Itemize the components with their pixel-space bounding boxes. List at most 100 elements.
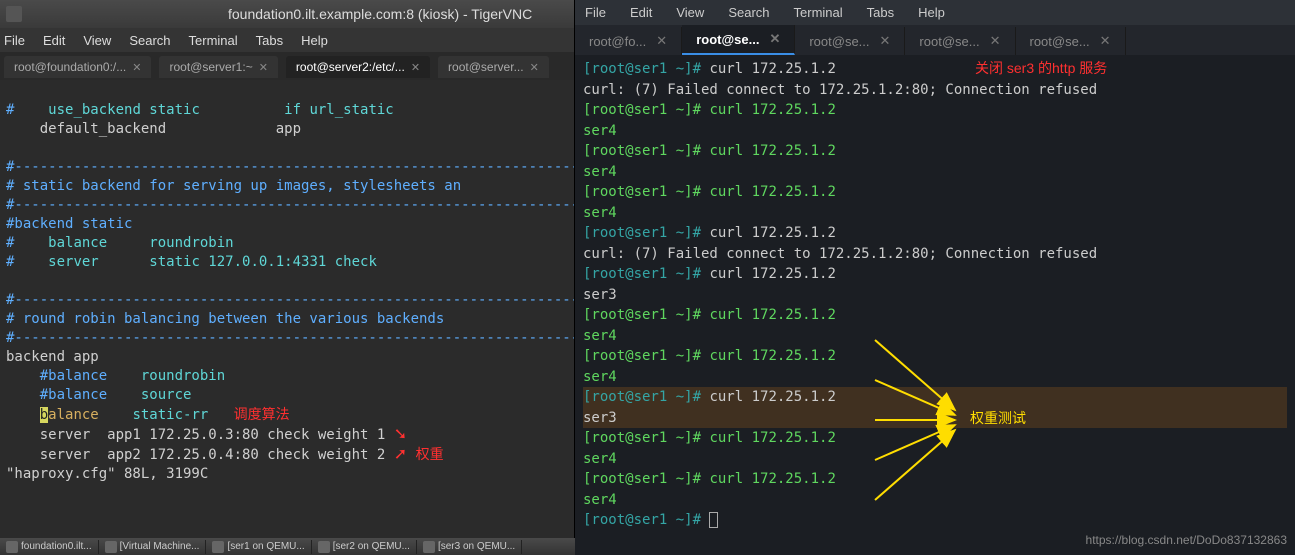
terminal-line: [root@ser1 ~]# curl 172.25.1.2 (583, 59, 1287, 80)
menu-help[interactable]: Help (301, 33, 328, 48)
left-tab-0[interactable]: root@foundation0:/...✕ (4, 56, 151, 78)
annotation-close-http: 关闭 ser3 的http 服务 (975, 58, 1107, 78)
taskbar-item[interactable]: [ser1 on QEMU... (206, 540, 311, 554)
code-line: # round robin balancing between the vari… (6, 311, 444, 327)
close-icon[interactable]: ✕ (880, 33, 891, 49)
taskbar-item[interactable]: [ser2 on QEMU... (312, 540, 417, 554)
code-line: #balance source (6, 387, 191, 403)
right-tab-1[interactable]: root@se...✕ (682, 25, 795, 55)
close-icon[interactable]: ✕ (656, 33, 667, 49)
terminal-line: [root@ser1 ~]# (583, 510, 1287, 531)
right-tab-3[interactable]: root@se...✕ (905, 27, 1015, 55)
terminal-line: [root@ser1 ~]# curl 172.25.1.2 (583, 428, 1287, 449)
annotation-weight-test: 权重测试 (970, 408, 1026, 428)
left-vnc-window: foundation0.ilt.example.com:8 (kiosk) - … (0, 0, 575, 555)
code-line: default_backend app (6, 121, 301, 137)
window-titlebar[interactable]: foundation0.ilt.example.com:8 (kiosk) - … (0, 0, 574, 28)
right-menubar: File Edit View Search Terminal Tabs Help (575, 0, 1295, 25)
close-icon[interactable]: ✕ (530, 61, 539, 74)
code-sep: #---------------------------------------… (6, 197, 574, 213)
terminal-line: ser4 (583, 162, 1287, 183)
terminal-line: [root@ser1 ~]# curl 172.25.1.2 (583, 346, 1287, 367)
app-icon (212, 541, 224, 553)
menu-edit[interactable]: Edit (630, 5, 652, 20)
vim-status: "haproxy.cfg" 88L, 3199C (6, 466, 208, 482)
menu-search[interactable]: Search (728, 5, 769, 20)
close-icon[interactable]: ✕ (769, 31, 780, 47)
menu-view[interactable]: View (676, 5, 704, 20)
terminal-line: [root@ser1 ~]# curl 172.25.1.2 (583, 264, 1287, 285)
right-tab-4[interactable]: root@se...✕ (1016, 27, 1126, 55)
menu-tabs[interactable]: Tabs (867, 5, 894, 20)
menu-view[interactable]: View (83, 33, 111, 48)
close-icon[interactable]: ✕ (411, 61, 420, 74)
window-app-icon (6, 6, 22, 22)
menu-help[interactable]: Help (918, 5, 945, 20)
right-terminal-body[interactable]: [root@ser1 ~]# curl 172.25.1.2curl: (7) … (575, 55, 1295, 555)
menu-edit[interactable]: Edit (43, 33, 65, 48)
terminal-line: [root@ser1 ~]# curl 172.25.1.2 (583, 387, 1287, 408)
code-sep: #---------------------------------------… (6, 292, 574, 308)
menu-search[interactable]: Search (129, 33, 170, 48)
window-title: foundation0.ilt.example.com:8 (kiosk) - … (228, 6, 532, 22)
annotation-scheduling: 调度算法 (234, 406, 290, 422)
app-icon (318, 541, 330, 553)
annotation-weight: 权重 (416, 446, 444, 462)
close-icon[interactable]: ✕ (1100, 33, 1111, 49)
left-menubar: File Edit View Search Terminal Tabs Help (0, 28, 574, 52)
desktop-taskbar: foundation0.ilt... [Virtual Machine... [… (0, 538, 575, 555)
code-line: server app1 172.25.0.3:80 check weight 1… (6, 427, 407, 443)
code-sep: #---------------------------------------… (6, 159, 574, 175)
right-tabbar: root@fo...✕ root@se...✕ root@se...✕ root… (575, 25, 1295, 55)
left-tab-2[interactable]: root@server2:/etc/...✕ (286, 56, 430, 78)
menu-file[interactable]: File (585, 5, 606, 20)
left-tabbar: root@foundation0:/...✕ root@server1:~✕ r… (0, 52, 574, 80)
terminal-line: [root@ser1 ~]# curl 172.25.1.2 (583, 100, 1287, 121)
terminal-line: [root@ser1 ~]# curl 172.25.1.2 (583, 305, 1287, 326)
code-sep: #---------------------------------------… (6, 330, 574, 346)
menu-terminal[interactable]: Terminal (794, 5, 843, 20)
right-tab-0[interactable]: root@fo...✕ (575, 27, 682, 55)
left-tab-1[interactable]: root@server1:~✕ (159, 56, 277, 78)
terminal-line: ser4 (583, 203, 1287, 224)
app-icon (105, 541, 117, 553)
close-icon[interactable]: ✕ (259, 61, 268, 74)
code-line: server app2 172.25.0.4:80 check weight 2… (6, 447, 444, 463)
terminal-line: ser3 (583, 408, 1287, 429)
terminal-line: curl: (7) Failed connect to 172.25.1.2:8… (583, 80, 1287, 101)
right-tab-2[interactable]: root@se...✕ (795, 27, 905, 55)
code-line: #balance roundrobin (6, 368, 225, 384)
terminal-line: [root@ser1 ~]# curl 172.25.1.2 (583, 182, 1287, 203)
cursor-char: b (40, 407, 48, 423)
terminal-line: ser3 (583, 285, 1287, 306)
right-terminal-window: File Edit View Search Terminal Tabs Help… (575, 0, 1295, 555)
arrow-icon: ➚ (394, 446, 407, 463)
code-line: balance static-rr 调度算法 (6, 407, 290, 423)
code-line: backend app (6, 349, 99, 365)
terminal-line: ser4 (583, 490, 1287, 511)
app-icon (6, 541, 18, 553)
cursor (709, 512, 718, 528)
taskbar-item[interactable]: [ser3 on QEMU... (417, 540, 522, 554)
arrow-icon: ➘ (394, 426, 407, 443)
terminal-line: [root@ser1 ~]# curl 172.25.1.2 (583, 469, 1287, 490)
terminal-line: curl: (7) Failed connect to 172.25.1.2:8… (583, 244, 1287, 265)
left-terminal-body[interactable]: # use_backend static if url_static defau… (0, 80, 574, 555)
taskbar-item[interactable]: [Virtual Machine... (99, 540, 207, 554)
menu-terminal[interactable]: Terminal (189, 33, 238, 48)
close-icon[interactable]: ✕ (990, 33, 1001, 49)
left-tab-3[interactable]: root@server...✕ (438, 56, 549, 78)
code-line: # static backend for serving up images, … (6, 178, 461, 194)
terminal-line: [root@ser1 ~]# curl 172.25.1.2 (583, 141, 1287, 162)
terminal-line: ser4 (583, 326, 1287, 347)
terminal-line: ser4 (583, 121, 1287, 142)
menu-tabs[interactable]: Tabs (256, 33, 283, 48)
watermark: https://blog.csdn.net/DoDo837132863 (1086, 533, 1287, 547)
close-icon[interactable]: ✕ (132, 61, 141, 74)
terminal-line: ser4 (583, 449, 1287, 470)
taskbar-item[interactable]: foundation0.ilt... (0, 540, 99, 554)
app-icon (423, 541, 435, 553)
terminal-line: ser4 (583, 367, 1287, 388)
terminal-line: [root@ser1 ~]# curl 172.25.1.2 (583, 223, 1287, 244)
menu-file[interactable]: File (4, 33, 25, 48)
